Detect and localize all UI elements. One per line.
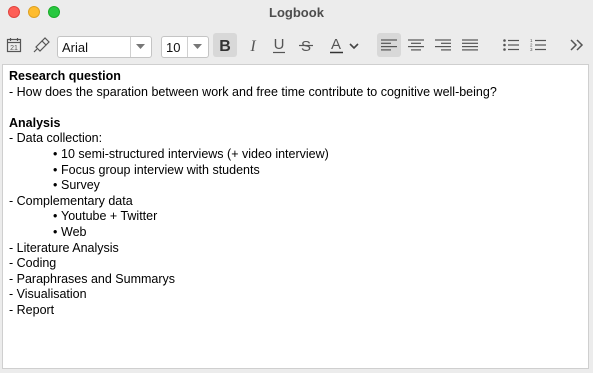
bullet-item: • Survey: [9, 178, 497, 194]
font-family-value: Arial: [62, 40, 89, 55]
list-item: - Literature Analysis: [9, 240, 119, 255]
bullet-item: • Youtube + Twitter: [9, 209, 497, 225]
bullet-item: • Focus group interview with students: [9, 163, 497, 179]
align-left-icon: [381, 39, 397, 51]
align-right-button[interactable]: [432, 34, 454, 56]
window-title: Logbook: [269, 5, 324, 20]
font-size-value: 10: [166, 40, 181, 55]
format-painter-button[interactable]: [31, 34, 53, 56]
align-center-icon: [408, 39, 424, 51]
bullet-icon: •: [53, 178, 58, 193]
bullet-text: Survey: [61, 178, 100, 193]
strikethrough-button[interactable]: S: [296, 34, 316, 56]
justify-button[interactable]: [459, 34, 481, 56]
format-painter-icon: [33, 37, 50, 53]
logbook-window: Logbook 21 Arial 10 B I U S A 1 2 3 Rese…: [0, 0, 593, 373]
heading-research-question: Research question: [9, 69, 121, 83]
chevron-down-icon: [193, 44, 202, 49]
list-item: - Complementary data: [9, 193, 133, 208]
underline-icon: U: [273, 36, 285, 54]
svg-text:3: 3: [530, 47, 533, 52]
bullet-item: • Web: [9, 225, 497, 241]
svg-text:21: 21: [10, 45, 18, 52]
more-tools-button[interactable]: [567, 34, 587, 56]
chevron-double-right-icon: [570, 39, 584, 51]
bullet-text: Youtube + Twitter: [61, 209, 158, 224]
underline-button[interactable]: U: [269, 34, 289, 56]
bullet-icon: •: [53, 146, 58, 161]
bold-icon: B: [219, 38, 231, 53]
list-item: - Coding: [9, 256, 57, 271]
text-color-icon: A: [330, 36, 359, 54]
font-size-select[interactable]: 10: [161, 36, 209, 58]
numbered-list-icon: 1 2 3: [530, 38, 546, 52]
list-item: - Report: [9, 302, 55, 317]
text-color-button[interactable]: A: [327, 34, 361, 56]
strikethrough-icon: S: [299, 38, 313, 53]
align-center-button[interactable]: [405, 34, 427, 56]
document-body[interactable]: Research question - How does the sparati…: [9, 69, 497, 319]
list-item: - Data collection:: [9, 131, 103, 146]
formatting-toolbar: 21 Arial 10 B I U S A 1 2 3: [0, 26, 593, 64]
text-editor[interactable]: Research question - How does the sparati…: [2, 64, 589, 369]
bullet-text: 10 semi-structured interviews (+ video i…: [61, 146, 329, 161]
heading-analysis: Analysis: [9, 115, 61, 130]
title-bar: Logbook: [0, 0, 593, 26]
chevron-down-icon: [136, 44, 145, 49]
svg-text:A: A: [331, 36, 341, 53]
bullet-icon: •: [53, 209, 58, 224]
align-left-button[interactable]: [377, 33, 401, 57]
numbered-list-button[interactable]: 1 2 3: [527, 34, 549, 56]
empty-line: [9, 100, 497, 116]
svg-text:U: U: [274, 36, 285, 53]
align-right-icon: [435, 39, 451, 51]
bullet-text: Focus group interview with students: [61, 162, 260, 177]
calendar-icon: 21: [6, 38, 22, 53]
list-item: - Visualisation: [9, 287, 87, 302]
justify-icon: [462, 39, 478, 51]
italic-icon: I: [249, 38, 256, 53]
bullet-icon: •: [53, 162, 58, 177]
list-item: - Paraphrases and Summarys: [9, 271, 176, 286]
font-family-dropdown-arrow[interactable]: [130, 37, 151, 57]
svg-text:I: I: [249, 38, 256, 53]
font-family-select[interactable]: Arial: [57, 36, 152, 58]
bold-button[interactable]: B: [213, 33, 237, 57]
question-line: - How does the sparation between work an…: [9, 84, 497, 99]
italic-button[interactable]: I: [243, 34, 263, 56]
bullet-item: • 10 semi-structured interviews (+ video …: [9, 147, 497, 163]
bullet-icon: •: [53, 224, 58, 239]
bulleted-list-button[interactable]: [500, 34, 522, 56]
svg-text:B: B: [219, 38, 231, 53]
insert-date-button[interactable]: 21: [4, 34, 24, 56]
bulleted-list-icon: [503, 39, 519, 51]
bullet-text: Web: [61, 224, 87, 239]
font-size-dropdown-arrow[interactable]: [187, 37, 208, 57]
